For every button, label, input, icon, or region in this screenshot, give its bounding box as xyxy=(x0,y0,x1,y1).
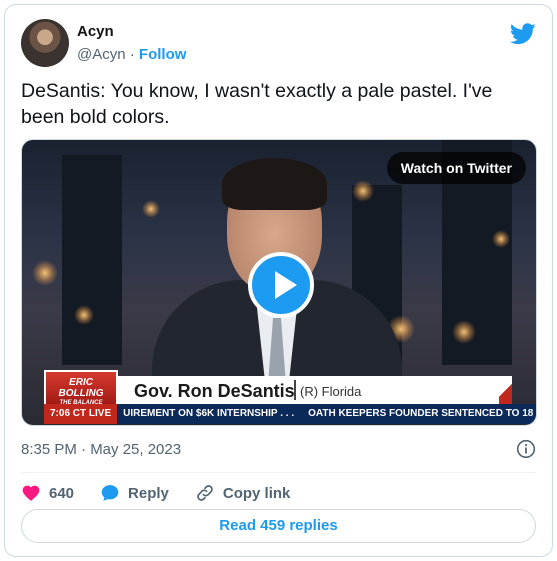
heart-icon xyxy=(22,485,40,501)
chyron-name: Gov. Ron DeSantis xyxy=(134,381,295,401)
info-icon[interactable] xyxy=(516,439,536,459)
avatar[interactable] xyxy=(21,19,69,67)
chyron-tag: (R) Florida xyxy=(300,384,362,399)
speech-bubble-icon xyxy=(101,485,119,501)
tweet-timestamp[interactable]: 8:35 PM · May 25, 2023 xyxy=(21,441,181,458)
chyron-corner xyxy=(499,376,512,404)
bokeh-light xyxy=(142,200,160,218)
play-icon[interactable] xyxy=(248,252,314,318)
tweet-text: DeSantis: You know, I wasn't exactly a p… xyxy=(21,80,493,128)
bokeh-light xyxy=(452,320,476,344)
video-player[interactable]: Watch on Twitter ERIC BOLLING THE BALANC… xyxy=(21,139,537,426)
action-bar: 640 Reply Copy link xyxy=(21,481,290,505)
author-handle-row: @Acyn · Follow xyxy=(77,46,186,63)
watch-on-twitter-button[interactable]: Watch on Twitter xyxy=(386,152,526,184)
twitter-bird-icon[interactable] xyxy=(510,23,536,45)
bokeh-light xyxy=(492,230,510,248)
copy-link-label: Copy link xyxy=(222,484,291,502)
author-name[interactable]: Acyn xyxy=(77,23,114,40)
like-button[interactable]: 640 xyxy=(21,483,74,503)
author-handle[interactable]: @Acyn xyxy=(77,46,126,63)
tweet-card: Acyn @Acyn · Follow DeSantis: You know, … xyxy=(4,4,553,557)
copy-link-button[interactable]: Copy link xyxy=(195,483,291,503)
ticker-item: OATH KEEPERS FOUNDER SENTENCED TO 18 YEA xyxy=(308,408,537,419)
link-icon xyxy=(197,485,213,501)
background-building xyxy=(62,155,122,365)
bokeh-light xyxy=(74,305,94,325)
read-replies-button[interactable]: Read 459 replies xyxy=(21,509,536,543)
reply-label: Reply xyxy=(128,484,169,502)
news-ticker: 7:06 CT LIVE UIREMENT ON $6K INTERNSHIP .… xyxy=(44,404,537,424)
follow-button[interactable]: Follow xyxy=(139,46,187,63)
bokeh-light xyxy=(32,260,58,286)
reply-button[interactable]: Reply xyxy=(100,483,169,503)
speaker-hair xyxy=(222,158,327,210)
bokeh-light xyxy=(352,180,374,202)
show-logo: ERIC BOLLING THE BALANCE xyxy=(44,370,118,406)
ticker-item: UIREMENT ON $6K INTERNSHIP . . . xyxy=(123,408,295,419)
like-count: 640 xyxy=(49,484,75,502)
chyron-divider xyxy=(294,380,296,400)
ticker-time: 7:06 CT LIVE xyxy=(44,404,118,424)
separator-dot: · xyxy=(129,46,135,63)
divider xyxy=(21,472,536,473)
